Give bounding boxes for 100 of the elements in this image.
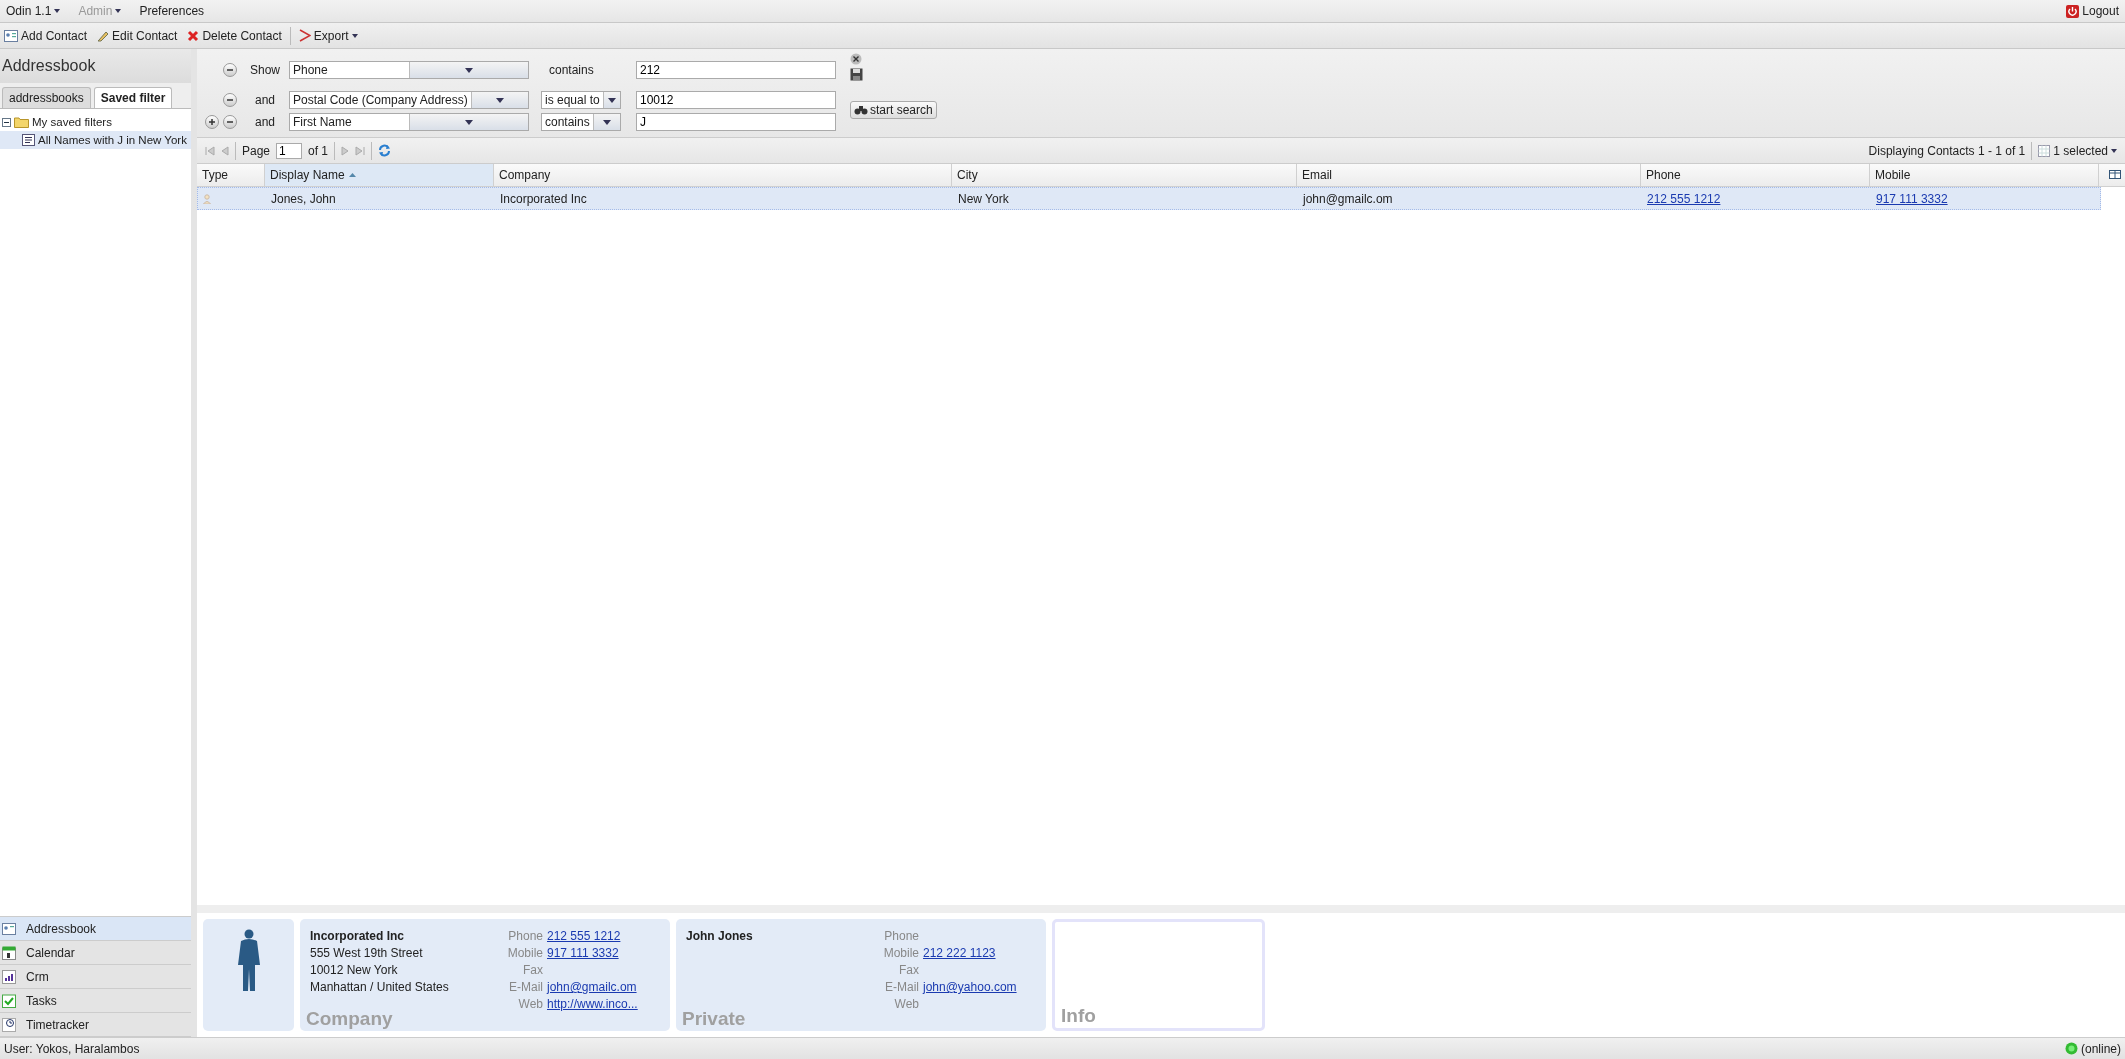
sort-ascending-icon [348,173,356,177]
column-header[interactable]: Mobile [1870,164,2099,186]
field-select[interactable]: Phone [289,61,529,79]
table-row[interactable]: Jones, John Incorporated Inc New York john@gmailc.om 212 555 1212 917 111 3332 [197,187,2101,210]
module-item[interactable]: Calendar [0,941,191,965]
selection-button[interactable]: 1 selected [2038,143,2117,158]
tree-label: My saved filters [32,116,112,128]
field-label: Fax [522,963,543,977]
clock-icon [2,1017,16,1032]
panel-title: Addressbook [0,49,191,83]
person-silhouette-icon [236,929,261,993]
toolbar-button[interactable]: Export [296,26,360,45]
page-count: of 1 [308,143,329,158]
field-label: Mobile [506,946,543,960]
contact-link[interactable]: http://www.inco... [547,997,638,1011]
conjunction-label: Show [249,63,281,77]
phone-link[interactable]: 212 555 1212 [1647,191,1721,206]
power-icon [2066,4,2080,18]
page-label: Page [242,143,271,158]
phone-link[interactable]: 917 111 3332 [1876,191,1948,206]
column-header[interactable]: Display Name [265,164,494,186]
card-title: Company [306,1008,393,1030]
table-cell: Incorporated Inc [500,191,587,206]
tree-item[interactable]: My saved filters [0,113,191,131]
tab[interactable]: addressbooks [2,87,91,108]
field-label: E-Mail [884,980,919,994]
toolbar-button[interactable]: Add Contact [2,26,90,45]
minus-icon [226,66,234,74]
contact-link[interactable]: 917 111 3332 [547,946,619,960]
add-filter-button[interactable] [205,115,219,129]
contact-card-icon [2,922,16,935]
display-count: Displaying Contacts 1 - 1 of 1 [1868,143,2026,158]
remove-filter-button[interactable] [223,63,237,77]
grid-icon [2038,144,2051,157]
conjunction-label: and [254,93,276,107]
toolbar-button[interactable]: Delete Contact [185,26,284,45]
folder-icon [14,116,29,128]
caret-icon [2111,148,2117,153]
status-dot-icon [2064,1042,2078,1055]
delete-icon [187,29,200,42]
address-line: Manhattan / United States [310,980,450,994]
module-item[interactable]: Addressbook [0,917,191,941]
column-header[interactable]: City [952,164,1297,186]
tree-item[interactable]: All Names with J in New York [0,131,191,149]
module-item[interactable]: Crm [0,965,191,989]
operator-label: contains [548,63,595,77]
field-label: Web [517,997,543,1011]
contact-link[interactable]: 212 222 1123 [923,946,996,960]
collapse-icon[interactable] [2,117,11,127]
card-title: Info [1061,1005,1096,1027]
column-header[interactable]: Company [494,164,952,186]
contact-link[interactable]: john@gmailc.om [547,980,637,994]
remove-filter-button[interactable] [223,115,237,129]
field-select[interactable]: First Name [289,113,529,131]
value-field[interactable]: J [636,113,836,131]
filter-list-icon [22,134,35,146]
pencil-icon [97,29,110,42]
value-field[interactable]: 212 [636,61,836,79]
field-label: Phone [507,929,543,943]
field-label: Fax [898,963,919,977]
online-status: (online) [2080,1041,2121,1056]
value-field[interactable]: 10012 [636,91,836,109]
field-label: Phone [883,929,919,943]
contact-link[interactable]: 212 555 1212 [547,929,621,943]
field-select[interactable]: Postal Code (Company Address) [289,91,529,109]
logout-button[interactable]: Logout [2064,2,2121,20]
tree-label: All Names with J in New York [38,134,187,146]
column-header[interactable]: Phone [1641,164,1870,186]
calendar-icon [2,945,16,960]
plus-icon [208,118,216,126]
table-cell: john@gmailc.om [1303,191,1393,206]
module-item[interactable]: Tasks [0,989,191,1013]
table-cell: Jones, John [271,191,336,206]
column-header[interactable]: Email [1297,164,1641,186]
contact-link[interactable]: john@yahoo.com [923,980,1017,994]
start-search-button[interactable]: start search [850,101,937,119]
module-item[interactable]: Timetracker [0,1013,191,1037]
page-field[interactable]: 1 [276,142,303,159]
card-heading: John Jones [686,929,754,943]
checkmark-icon [2,993,16,1008]
toolbar-button[interactable]: Edit Contact [95,26,180,45]
contact-card-icon [4,29,18,42]
address-line: 555 West 19th Street [310,946,424,960]
refresh-icon[interactable] [378,144,392,157]
remove-filter-button[interactable] [223,93,237,107]
field-label: Web [893,997,919,1011]
card-heading: Incorporated Inc [310,929,405,943]
tab[interactable]: Saved filter [93,87,173,108]
card-title: Private [682,1008,746,1030]
address-line: 10012 New York [310,963,399,977]
field-label: E-Mail [508,980,543,994]
operator-select[interactable]: contains [541,113,621,131]
minus-icon [226,118,234,126]
minus-icon [226,96,234,104]
user-label: User: Yokos, Haralambos [4,1041,140,1056]
menu-item[interactable]: Odin 1.1 [4,2,63,20]
operator-select[interactable]: is equal to [541,91,621,109]
binoculars-icon [854,105,868,115]
menu-item[interactable]: Preferences [137,2,207,20]
conjunction-label: and [254,115,276,129]
